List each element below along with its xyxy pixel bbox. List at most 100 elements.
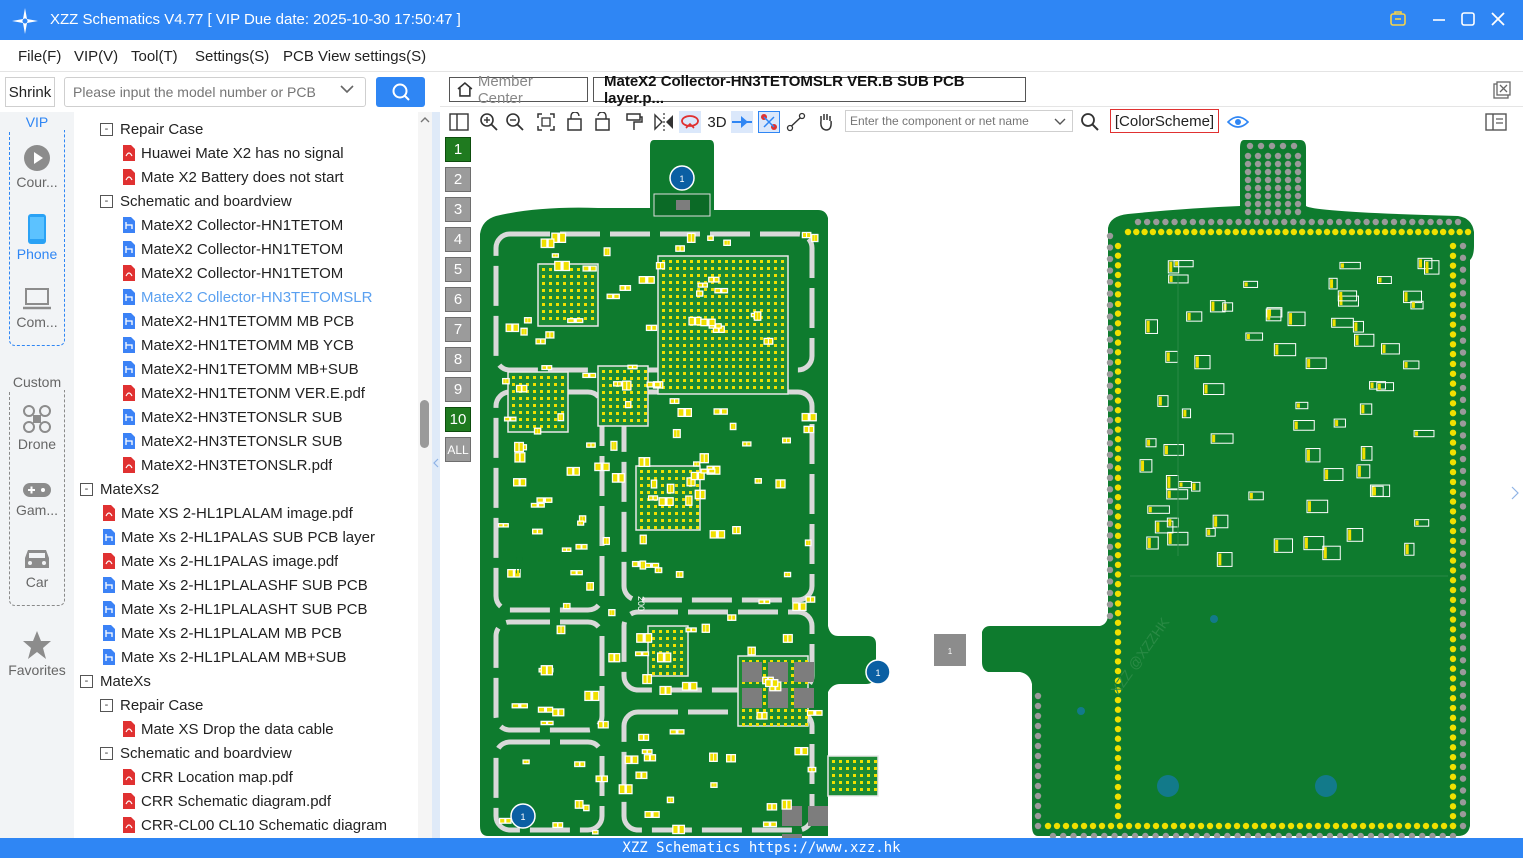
- tree-item[interactable]: Huawei Mate X2 has no signal: [122, 141, 406, 165]
- tree-item[interactable]: MateX2-HN3TETONSLR SUB: [122, 405, 406, 429]
- tab-member-center[interactable]: Member Center: [449, 73, 588, 107]
- layer-button[interactable]: 4: [445, 227, 471, 252]
- eye-icon[interactable]: [1227, 111, 1249, 133]
- component-search-icon[interactable]: [1079, 111, 1101, 133]
- chevron-down-icon[interactable]: [340, 84, 354, 94]
- layer-button[interactable]: 5: [445, 257, 471, 282]
- paint-brush-icon[interactable]: [623, 111, 645, 133]
- tree-item[interactable]: - MateXs2: [80, 477, 406, 501]
- tree-item[interactable]: CRR Schematic diagram.pdf: [122, 789, 406, 813]
- chevron-right-icon[interactable]: [1510, 486, 1520, 500]
- search-button[interactable]: [376, 77, 425, 107]
- minimize-button[interactable]: [1428, 8, 1450, 30]
- tree-item[interactable]: - MateXs: [80, 669, 406, 693]
- tree-item[interactable]: - Schematic and boardview: [100, 741, 406, 765]
- tree-item[interactable]: Mate Xs 2-HL1PLALAM MB+SUB: [102, 645, 406, 669]
- zoom-in-icon[interactable]: [478, 111, 500, 133]
- tree-item[interactable]: - Repair Case: [100, 693, 406, 717]
- close-button[interactable]: [1487, 8, 1509, 30]
- colorscheme-button[interactable]: [ColorScheme]: [1110, 109, 1219, 133]
- nav-item-computer[interactable]: Com...: [0, 286, 74, 330]
- mirror-icon[interactable]: [653, 111, 675, 133]
- fit-view-icon[interactable]: [535, 111, 557, 133]
- tree-item[interactable]: MateX2-HN1TETOMM MB YCB: [122, 333, 406, 357]
- maximize-button[interactable]: [1457, 8, 1479, 30]
- pcb-board-view[interactable]: 1 1 1 1 05E 200 XZZ @XZZHK: [478, 136, 1523, 838]
- menu-vip[interactable]: VIP(V): [74, 48, 118, 65]
- perimeter-pad: [1157, 228, 1165, 236]
- show-traces-icon[interactable]: [758, 111, 780, 133]
- collapse-toggle-icon[interactable]: -: [100, 698, 113, 712]
- collapse-toggle-icon[interactable]: -: [100, 122, 113, 136]
- model-search-input[interactable]: [64, 77, 366, 107]
- collapse-toggle-icon[interactable]: -: [100, 194, 113, 208]
- menu-tool[interactable]: Tool(T): [131, 48, 178, 65]
- layer-button[interactable]: 10: [445, 407, 471, 432]
- layer-button[interactable]: ALL: [445, 437, 471, 462]
- tree-item[interactable]: Mate X2 Battery does not start: [122, 165, 406, 189]
- layer-button[interactable]: 1: [445, 137, 471, 162]
- close-tab-icon[interactable]: [1493, 81, 1511, 99]
- notification-icon[interactable]: [1387, 8, 1409, 30]
- layer-button[interactable]: 7: [445, 317, 471, 342]
- tree-item[interactable]: Mate Xs 2-HL1PALAS image.pdf: [102, 549, 406, 573]
- layer-button[interactable]: 9: [445, 377, 471, 402]
- tree-item[interactable]: - Repair Case: [100, 117, 406, 141]
- tree-item[interactable]: - Schematic and boardview: [100, 189, 406, 213]
- tree-item[interactable]: Mate XS 2-HL1PLALAM image.pdf: [102, 501, 406, 525]
- component-search-input[interactable]: [845, 110, 1073, 132]
- nav-item-phone[interactable]: Phone: [0, 214, 74, 262]
- tree-item[interactable]: Mate Xs 2-HL1PLALASHF SUB PCB: [102, 573, 406, 597]
- pcb-canvas[interactable]: 1 1 1 1 05E 200 XZZ @XZZHK: [478, 136, 1523, 838]
- zoom-out-icon[interactable]: [504, 111, 526, 133]
- menu-file[interactable]: File(F): [18, 48, 61, 65]
- menu-settings[interactable]: Settings(S): [195, 48, 269, 65]
- trace-path-icon[interactable]: [785, 111, 807, 133]
- layer-button[interactable]: 8: [445, 347, 471, 372]
- 3d-view-button[interactable]: 3D: [705, 111, 729, 133]
- rotate-right-icon[interactable]: [591, 111, 613, 133]
- net-highlight-icon[interactable]: [731, 111, 753, 133]
- collapse-toggle-icon[interactable]: -: [100, 746, 113, 760]
- tree-item[interactable]: MateX2-HN3TETONSLR.pdf: [122, 453, 406, 477]
- nav-item-drone[interactable]: Drone: [0, 404, 74, 452]
- tree-item[interactable]: Mate Xs 2-HL1PLALAM MB PCB: [102, 621, 406, 645]
- hand-pan-icon[interactable]: [815, 111, 837, 133]
- tree-item[interactable]: MateX2-HN1TETONM VER.E.pdf: [122, 381, 406, 405]
- tree-item[interactable]: MateX2 Collector-HN3TETOMSLR: [122, 285, 406, 309]
- tree-item[interactable]: MateX2 Collector-HN1TETOM: [122, 213, 406, 237]
- side-panel-icon[interactable]: [1485, 111, 1507, 133]
- nav-item-car[interactable]: Car: [0, 546, 74, 590]
- chevron-down-icon[interactable]: [1054, 118, 1066, 126]
- shrink-button[interactable]: Shrink: [5, 77, 55, 107]
- tree-item[interactable]: MateX2 Collector-HN1TETOM: [122, 261, 406, 285]
- split-view-icon[interactable]: [448, 111, 470, 133]
- collapse-toggle-icon[interactable]: -: [80, 482, 93, 496]
- tree-scrollbar[interactable]: [418, 112, 432, 838]
- nav-item-games[interactable]: Gam...: [0, 480, 74, 518]
- tree-item[interactable]: MateX2-HN1TETOMM MB+SUB: [122, 357, 406, 381]
- chevron-up-icon[interactable]: [420, 116, 430, 124]
- tree-item[interactable]: Mate Xs 2-HL1PALAS SUB PCB layer: [102, 525, 406, 549]
- menu-pcb-view-settings[interactable]: PCB View settings(S): [283, 48, 426, 65]
- tree-item[interactable]: MateX2-HN3TETONSLR SUB: [122, 429, 406, 453]
- bga-pad: [732, 330, 735, 333]
- flip-board-icon[interactable]: [679, 111, 701, 133]
- rotate-left-icon[interactable]: [564, 111, 586, 133]
- collapse-toggle-icon[interactable]: -: [80, 674, 93, 688]
- tab-active-pcb[interactable]: MateX2 Collector-HN3TETOMSLR VER.B SUB P…: [593, 73, 1026, 107]
- layer-button[interactable]: 2: [445, 167, 471, 192]
- tree-item[interactable]: MateX2 Collector-HN1TETOM: [122, 237, 406, 261]
- tree-item[interactable]: Mate Xs 2-HL1PLALASHT SUB PCB: [102, 597, 406, 621]
- sidebar-collapse-handle[interactable]: [432, 112, 440, 838]
- layer-button[interactable]: 3: [445, 197, 471, 222]
- tree-scroll-thumb[interactable]: [420, 400, 429, 448]
- nav-item-favorites[interactable]: Favorites: [0, 630, 74, 678]
- layer-button[interactable]: 6: [445, 287, 471, 312]
- tree-item[interactable]: CRR Location map.pdf: [122, 765, 406, 789]
- tree-item[interactable]: CRR-CL00 CL10 Schematic diagram: [122, 813, 406, 837]
- tree-item[interactable]: MateX2-HN1TETOMM MB PCB: [122, 309, 406, 333]
- bga-pad: [556, 303, 559, 306]
- nav-item-courses[interactable]: Cour...: [0, 144, 74, 190]
- tree-item[interactable]: Mate XS Drop the data cable: [122, 717, 406, 741]
